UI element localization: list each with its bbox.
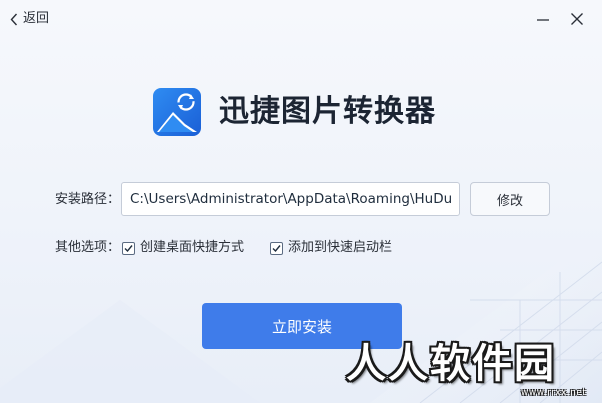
chevron-left-icon	[10, 13, 18, 25]
desktop-shortcut-label: 创建桌面快捷方式	[140, 240, 245, 255]
minimize-button[interactable]	[532, 8, 554, 30]
minimize-icon	[537, 19, 549, 21]
back-label: 返回	[23, 11, 50, 26]
close-button[interactable]	[566, 8, 588, 30]
quick-launch-label: 添加到快速启动栏	[288, 240, 393, 255]
watermark-text: 人人软件园	[346, 341, 556, 387]
modify-path-button[interactable]: 修改	[470, 182, 550, 216]
app-brand: 迅捷图片转换器	[153, 88, 436, 136]
install-path-input[interactable]	[121, 182, 460, 216]
desktop-shortcut-checkbox[interactable]: 创建桌面快捷方式	[122, 239, 244, 257]
close-icon	[571, 13, 583, 25]
watermark: 人人软件园 www.rrxx.net	[346, 340, 596, 400]
app-title: 迅捷图片转换器	[219, 94, 436, 129]
image-convert-logo-icon	[153, 88, 201, 136]
checkbox-box[interactable]	[270, 241, 283, 255]
checkmark-icon	[272, 244, 281, 252]
quick-launch-checkbox[interactable]: 添加到快速启动栏	[270, 239, 392, 257]
watermark-url: www.rrxx.net	[521, 388, 587, 398]
installer-window: 返回 迅捷图片转换器 安装路径： C:\Users\Administrator\…	[0, 0, 602, 403]
back-button[interactable]: 返回	[10, 9, 49, 29]
install-path-label: 安装路径：	[55, 192, 121, 207]
checkbox-box[interactable]	[122, 241, 135, 255]
other-options-label: 其他选项：	[55, 240, 121, 255]
checkmark-icon	[124, 244, 133, 252]
